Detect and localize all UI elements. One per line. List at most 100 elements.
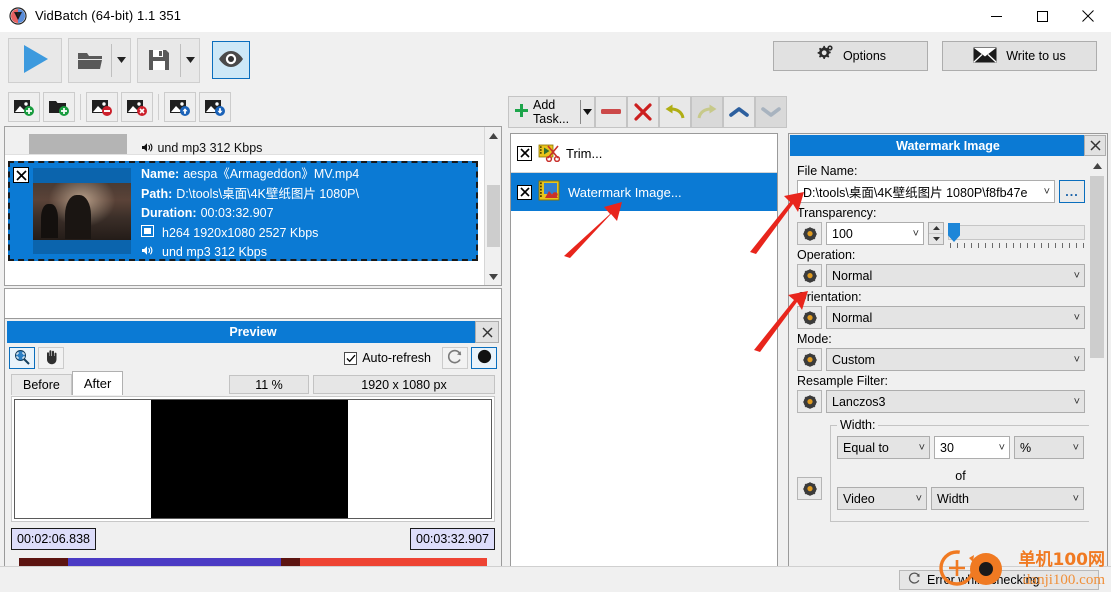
add-task-dropdown-icon[interactable] <box>581 109 594 115</box>
name-label: Name: <box>141 167 180 181</box>
file-list-item-selected[interactable]: Name: aespa《Armageddon》MV.mp4 Path: D:\t… <box>8 161 478 261</box>
chevron-down-icon[interactable]: ˅ <box>1074 312 1080 324</box>
task-list-item-selected[interactable]: Watermark Image... <box>511 173 777 211</box>
tab-after[interactable]: After <box>71 371 124 395</box>
open-button[interactable] <box>68 37 131 83</box>
x-box-icon[interactable] <box>13 167 29 183</box>
maximize-button[interactable] <box>1019 0 1065 32</box>
delete-all-tasks-button[interactable] <box>627 96 660 128</box>
zoom-fit-tool-button[interactable] <box>9 347 35 369</box>
add-task-button[interactable]: Add Task... <box>508 96 596 128</box>
of-source-select[interactable]: Video ˅ <box>837 487 927 510</box>
preview-close-button[interactable] <box>475 321 499 343</box>
scroll-down-icon[interactable] <box>485 268 501 285</box>
orientation-select[interactable]: Normal ˅ <box>826 306 1085 329</box>
preview-toggle-button[interactable] <box>212 41 250 79</box>
redo-button[interactable] <box>691 96 724 128</box>
panel-scrollbar[interactable] <box>1089 158 1105 564</box>
chevron-down-icon[interactable]: ˅ <box>1074 354 1080 366</box>
move-down-button[interactable] <box>199 92 231 122</box>
dimensions-field[interactable]: 1920 x 1080 px <box>313 375 495 394</box>
minimize-button[interactable] <box>973 0 1019 32</box>
task-list-item[interactable]: Trim... <box>511 134 777 172</box>
task-column: Add Task... Trim... Watermark Image... <box>508 93 788 592</box>
list-item[interactable]: und mp3 312 Kbps <box>5 127 501 155</box>
close-button[interactable] <box>1065 0 1111 32</box>
remove-file-button[interactable] <box>86 92 118 122</box>
width-unit-select[interactable]: % ˅ <box>1014 436 1084 459</box>
scrollbar-thumb[interactable] <box>1090 176 1104 358</box>
x-box-icon[interactable] <box>517 145 532 161</box>
chevron-down-icon[interactable]: ˅ <box>1073 442 1079 454</box>
transparency-input[interactable]: 100 ˅ <box>826 222 924 245</box>
file-list-scrollbar[interactable] <box>484 127 501 285</box>
x-box-icon[interactable] <box>517 184 532 200</box>
of-dimension-select[interactable]: Width ˅ <box>931 487 1084 510</box>
undo-button[interactable] <box>659 96 692 128</box>
add-files-button[interactable] <box>8 92 40 122</box>
options-button[interactable]: Options <box>773 41 928 71</box>
chevron-down-icon[interactable]: ˅ <box>1074 270 1080 282</box>
width-value-input[interactable]: 30 ˅ <box>934 436 1010 459</box>
remove-all-button[interactable] <box>121 92 153 122</box>
chevron-down-icon[interactable]: ˅ <box>919 442 925 454</box>
zoom-percent-field[interactable]: 11 % <box>229 375 309 394</box>
chevron-down-icon[interactable]: ˅ <box>916 493 922 505</box>
zoom-percent-value: 11 % <box>255 377 283 392</box>
transparency-slider[interactable] <box>948 222 1085 248</box>
pan-tool-button[interactable] <box>38 347 64 369</box>
keyframe-icon[interactable] <box>797 306 822 329</box>
keyframe-icon[interactable] <box>797 222 822 245</box>
file-name-row: D:\tools\桌面\4K壁纸图片 1080P\f8fb47e ˅ ... <box>797 180 1085 203</box>
file-name-input[interactable]: D:\tools\桌面\4K壁纸图片 1080P\f8fb47e ˅ <box>797 180 1055 203</box>
add-folder-button[interactable] <box>43 92 75 122</box>
chevron-down-icon[interactable]: ˅ <box>1074 396 1080 408</box>
auto-refresh-control[interactable]: Auto-refresh <box>344 351 431 365</box>
scroll-up-icon[interactable] <box>1089 158 1105 174</box>
run-button[interactable] <box>8 37 62 83</box>
stepper-up-icon[interactable] <box>929 223 943 234</box>
tab-before[interactable]: Before <box>11 374 72 395</box>
move-task-up-button[interactable] <box>723 96 756 128</box>
move-up-button[interactable] <box>164 92 196 122</box>
write-to-us-button[interactable]: Write to us <box>942 41 1097 71</box>
transparency-stepper[interactable] <box>928 222 944 245</box>
record-button[interactable] <box>471 347 497 369</box>
remove-task-button[interactable] <box>595 96 628 128</box>
scrollbar-thumb[interactable] <box>487 185 500 247</box>
scroll-up-icon[interactable] <box>485 127 501 144</box>
panel-close-button[interactable] <box>1084 135 1106 156</box>
save-button[interactable] <box>137 37 200 83</box>
preview-panel: Preview Auto-refresh Before After 11 % 1… <box>4 318 502 592</box>
file-list[interactable]: und mp3 312 Kbps Name: aespa《Armageddon》… <box>4 126 502 286</box>
keyframe-icon[interactable] <box>797 348 822 371</box>
watermark-text-line1: 单机100网 <box>1018 550 1106 570</box>
stepper-down-icon[interactable] <box>929 234 943 244</box>
orientation-row: Normal ˅ <box>797 306 1085 329</box>
chevron-down-icon[interactable]: ˅ <box>999 442 1005 454</box>
width-comparator-select[interactable]: Equal to ˅ <box>837 436 930 459</box>
task-toolbar: Add Task... <box>508 93 788 131</box>
resample-filter-select[interactable]: Lanczos3 ˅ <box>826 390 1085 413</box>
chevron-down-icon[interactable]: ˅ <box>1044 186 1050 198</box>
auto-refresh-checkbox[interactable] <box>344 351 358 365</box>
mode-select[interactable]: Custom ˅ <box>826 348 1085 371</box>
preview-canvas[interactable] <box>14 399 492 519</box>
open-dropdown-arrow-icon[interactable] <box>112 39 130 82</box>
task-list[interactable]: Trim... Watermark Image... <box>510 133 778 588</box>
chevron-down-icon[interactable]: ˅ <box>1073 493 1079 505</box>
width-unit-value: % <box>1020 440 1032 455</box>
move-task-down-button[interactable] <box>755 96 788 128</box>
browse-button[interactable]: ... <box>1059 180 1085 203</box>
keyframe-icon[interactable] <box>797 390 822 413</box>
keyframe-icon[interactable] <box>797 264 822 287</box>
chevron-down-icon[interactable]: ˅ <box>913 228 919 240</box>
refresh-button[interactable] <box>442 347 468 369</box>
keyframe-icon[interactable] <box>797 477 822 500</box>
operation-select[interactable]: Normal ˅ <box>826 264 1085 287</box>
application-window: V VidBatch (64-bit) 1.1 351 Options Writ… <box>0 0 1111 592</box>
save-dropdown-arrow-icon[interactable] <box>181 39 199 82</box>
time-start-value: 00:02:06.838 <box>17 532 90 546</box>
tab-before-label: Before <box>23 378 60 392</box>
of-dimension-value: Width <box>937 491 969 506</box>
